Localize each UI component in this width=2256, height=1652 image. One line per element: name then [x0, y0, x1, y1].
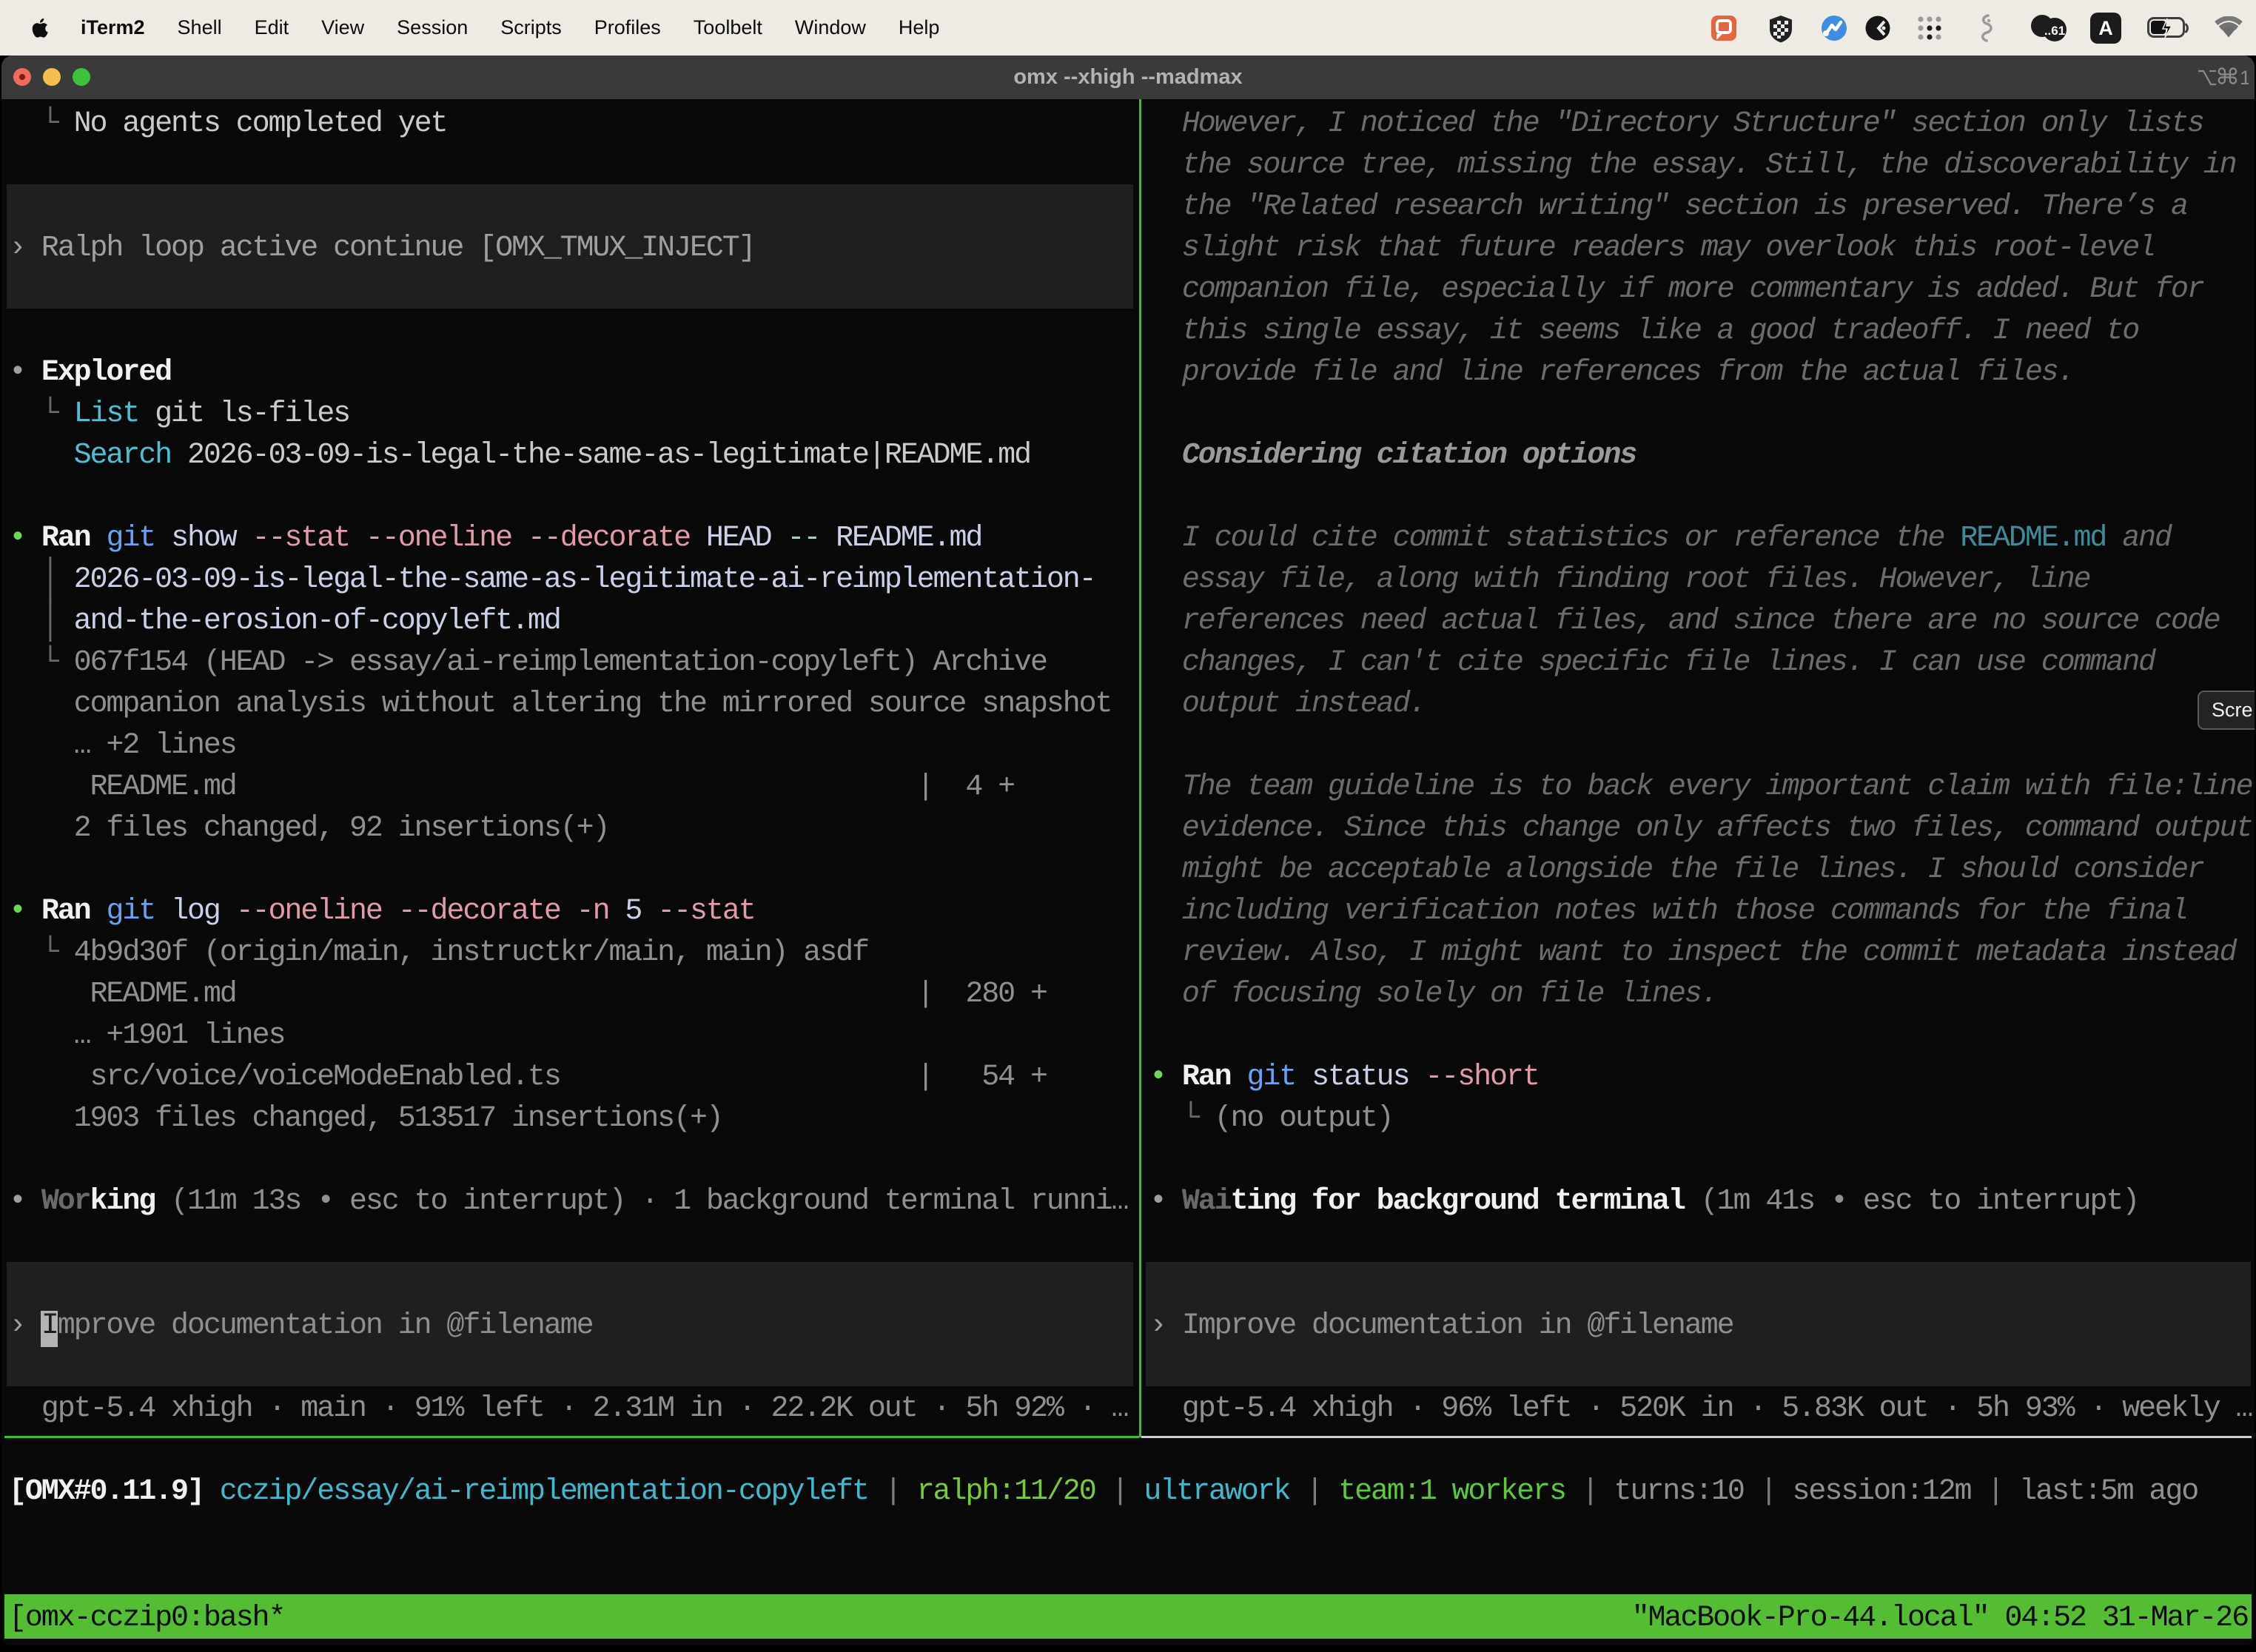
svg-text:1: 1 — [2240, 67, 2249, 89]
svg-text:..61: ..61 — [2044, 24, 2065, 38]
